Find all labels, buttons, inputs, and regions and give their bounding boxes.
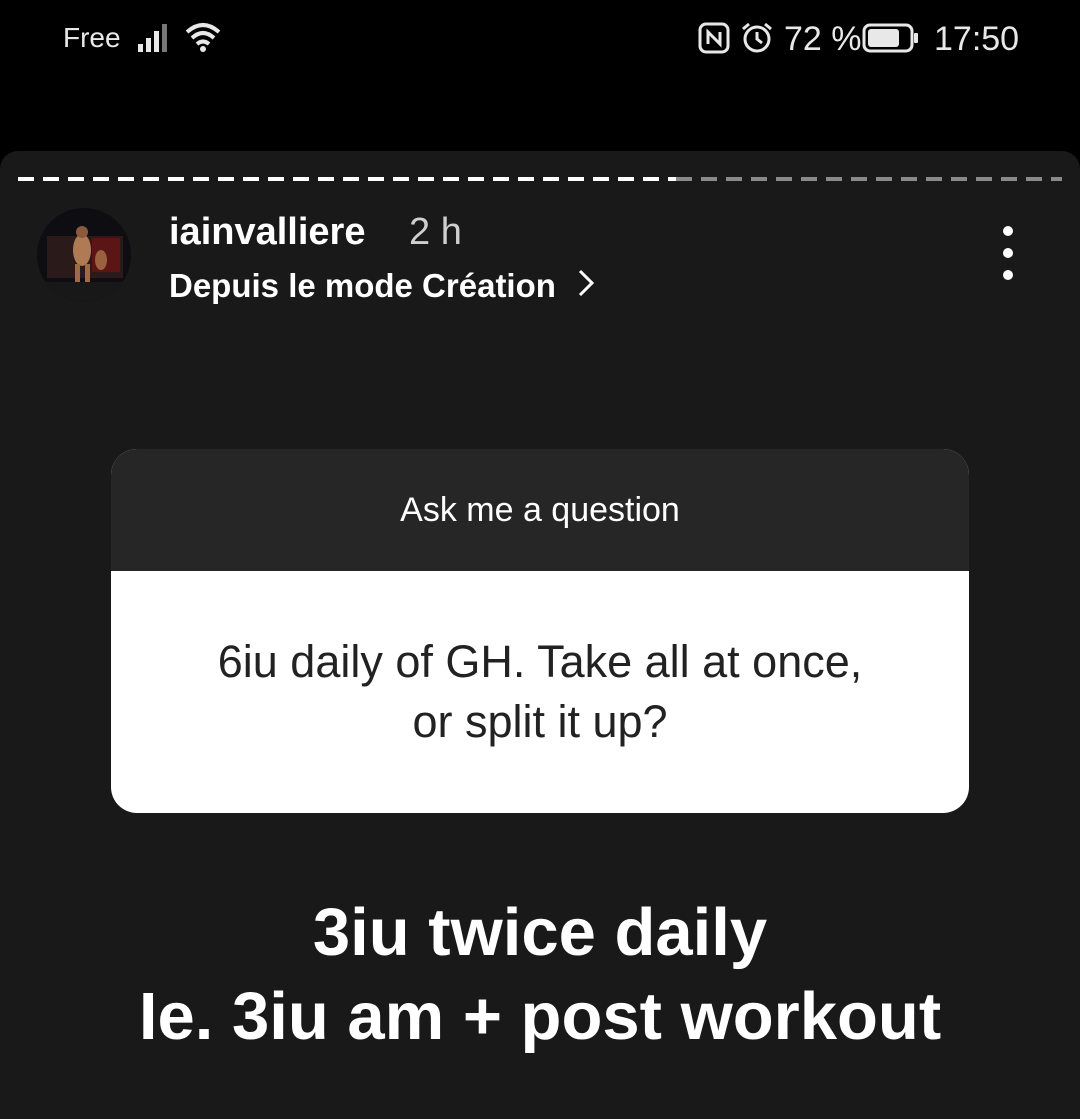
time-ago: 2 h xyxy=(409,211,462,253)
question-sticker: Ask me a question 6iu daily of GH. Take … xyxy=(111,449,969,813)
nfc-icon xyxy=(698,22,730,59)
question-sticker-header: Ask me a question xyxy=(111,449,969,571)
answer-line: Ie. 3iu am + post workout xyxy=(138,979,942,1054)
story-progress-bar xyxy=(18,177,1062,181)
answer-text: 3iu twice daily Ie. 3iu am + post workou… xyxy=(0,891,1080,1059)
carrier-name: Free xyxy=(63,22,121,53)
avatar[interactable] xyxy=(37,208,131,302)
chevron-right-icon xyxy=(578,267,595,305)
subtitle-label: Depuis le mode Création xyxy=(169,267,556,304)
question-line: or split it up? xyxy=(412,696,668,747)
story-viewer[interactable]: iainvalliere 2 h Depuis le mode Création… xyxy=(0,151,1080,1119)
question-line: 6iu daily of GH. Take all at once, xyxy=(217,636,863,687)
alarm-icon xyxy=(740,21,774,60)
signal-icon xyxy=(138,22,172,57)
status-bar: Free 72 % 17:50 xyxy=(0,0,1080,80)
wifi-icon xyxy=(184,20,222,59)
more-vertical-icon[interactable] xyxy=(992,225,1024,281)
question-text: 6iu daily of GH. Take all at once, or sp… xyxy=(111,571,969,813)
username[interactable]: iainvalliere xyxy=(169,211,365,254)
battery-icon xyxy=(862,23,920,58)
battery-percent: 72 % xyxy=(784,20,862,58)
created-with-link[interactable]: Depuis le mode Création xyxy=(169,267,595,305)
answer-line: 3iu twice daily xyxy=(312,895,768,970)
clock-time: 17:50 xyxy=(934,20,1020,58)
